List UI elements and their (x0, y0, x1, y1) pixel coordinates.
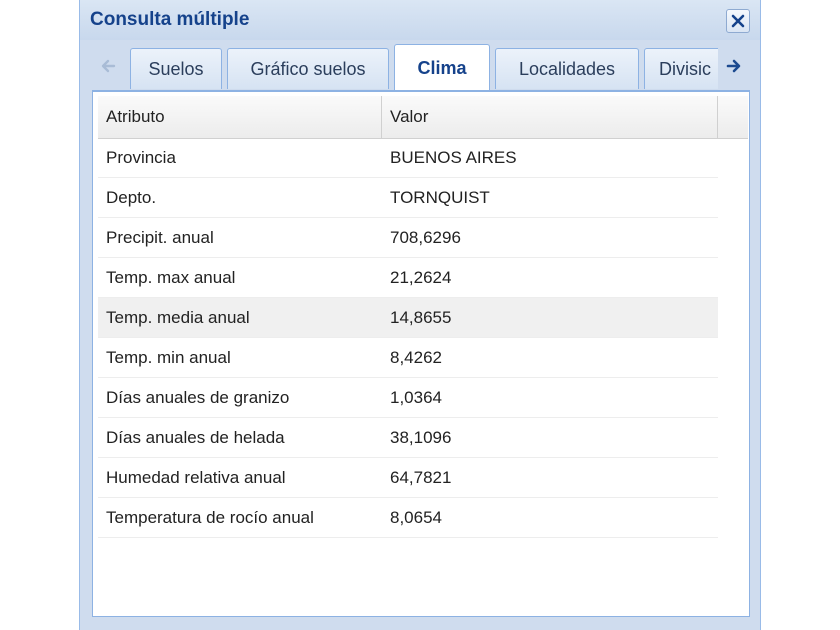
value-cell: 64,7821 (390, 468, 452, 487)
tab-suelos[interactable]: Suelos (130, 48, 222, 89)
attribute-cell: Temp. media anual (106, 308, 250, 327)
tab-clima[interactable]: Clima (394, 44, 490, 90)
table-row[interactable]: Precipit. anual 708,6296 (98, 218, 718, 258)
attribute-cell: Depto. (106, 188, 157, 207)
attribute-cell: Días anuales de granizo (106, 388, 290, 407)
tab-scroll-left-button[interactable] (92, 46, 124, 86)
window-titlebar[interactable]: Consulta múltiple (80, 0, 760, 40)
attribute-cell: Precipit. anual (106, 228, 214, 247)
value-cell: 21,2624 (390, 268, 452, 287)
value-cell: 8,4262 (390, 348, 442, 367)
table-row[interactable]: Temperatura de rocío anual 8,0654 (98, 498, 718, 538)
attribute-cell: Temp. max anual (106, 268, 236, 287)
table-row[interactable]: Días anuales de granizo 1,0364 (98, 378, 718, 418)
column-header-valor[interactable]: Valor (382, 96, 718, 138)
tab-grafico-suelos[interactable]: Gráfico suelos (227, 48, 389, 89)
close-icon (731, 14, 745, 28)
grid-header: Atributo Valor (98, 96, 748, 139)
attribute-cell: Temp. min anual (106, 348, 231, 367)
attribute-cell: Humedad relativa anual (106, 468, 286, 487)
attribute-cell: Temperatura de rocío anual (106, 508, 314, 527)
close-button[interactable] (726, 9, 750, 33)
value-cell: TORNQUIST (390, 188, 490, 207)
clima-panel: Atributo Valor Provincia BUENOS AIRES Dep… (92, 91, 750, 617)
value-cell: 8,0654 (390, 508, 442, 527)
table-row[interactable]: Temp. media anual 14,8655 (98, 298, 718, 338)
tab-localidades[interactable]: Localidades (495, 48, 639, 89)
attribute-cell: Días anuales de helada (106, 428, 285, 447)
tab-scroll-right-button[interactable] (718, 46, 750, 86)
value-cell: BUENOS AIRES (390, 148, 517, 167)
value-cell: 1,0364 (390, 388, 442, 407)
table-row[interactable]: Temp. min anual 8,4262 (98, 338, 718, 378)
arrow-left-icon (101, 59, 116, 73)
tab-divisiones[interactable]: Divisic (644, 48, 718, 89)
grid-rows: Provincia BUENOS AIRES Depto. TORNQUIST Pr… (98, 138, 718, 538)
value-cell: 708,6296 (390, 228, 461, 247)
attribute-cell: Provincia (106, 148, 176, 167)
table-row[interactable]: Días anuales de helada 38,1096 (98, 418, 718, 458)
arrow-right-icon (726, 59, 741, 73)
column-header-atributo[interactable]: Atributo (98, 96, 382, 138)
table-row[interactable]: Temp. max anual 21,2624 (98, 258, 718, 298)
window-title: Consulta múltiple (90, 9, 250, 30)
table-row[interactable]: Humedad relativa anual 64,7821 (98, 458, 718, 498)
tabs-container: Suelos Gráfico suelos Clima Localidades … (130, 44, 718, 90)
tab-strip: Suelos Gráfico suelos Clima Localidades … (92, 44, 750, 91)
consulta-multiple-window: Consulta múltiple Suelos Gráfico suelos … (79, 0, 761, 630)
value-cell: 14,8655 (390, 308, 452, 327)
value-cell: 38,1096 (390, 428, 452, 447)
table-row[interactable]: Depto. TORNQUIST (98, 178, 718, 218)
table-row[interactable]: Provincia BUENOS AIRES (98, 138, 718, 178)
